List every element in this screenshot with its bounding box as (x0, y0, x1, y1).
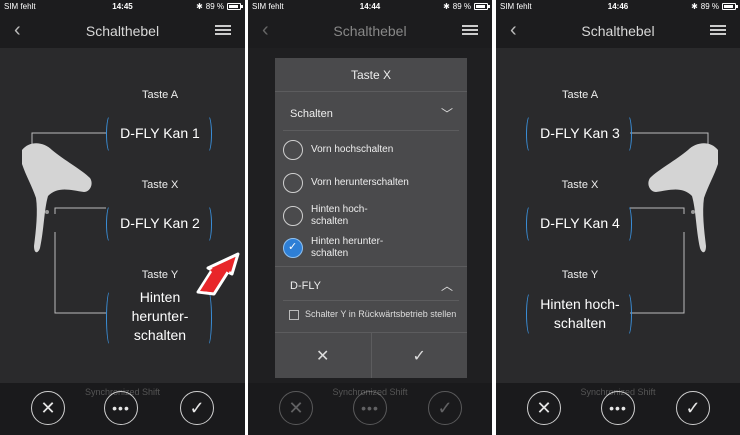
status-bar: SIM fehlt 14:44 ✱ 89 % (248, 0, 492, 14)
bottom-toolbar: Synchronized Shift ✕ ••• ✓ (496, 383, 740, 435)
option-hinten-hoch[interactable]: Hinten hoch-schalten (283, 204, 463, 228)
radio-icon (283, 206, 303, 226)
bottom-toolbar: Synchronized Shift ✕ ••• ✓ (248, 383, 492, 435)
radio-icon (283, 140, 303, 160)
taste-x-value[interactable]: D-FLY Kan 4 (525, 214, 635, 233)
option-vorn-herunter[interactable]: Vorn herunterschalten (283, 173, 463, 193)
checkbox-icon (289, 310, 299, 320)
screen-middle: SIM fehlt 14:44 ✱ 89 % ‹ Schalthebel Tast… (248, 0, 492, 435)
check-circle-icon[interactable]: ✓ (428, 391, 462, 425)
taste-a-value[interactable]: D-FLY Kan 3 (525, 124, 635, 143)
bluetooth-icon: ✱ (443, 2, 450, 11)
section-dfly[interactable]: D-FLY ︿ (275, 272, 467, 300)
screenshot-collage: SIM fehlt 14:45 ✱ 89 % ‹ Schalthebel Tast… (0, 0, 740, 435)
chevron-up-icon: ︿ (440, 279, 453, 293)
x-circle-icon[interactable]: ✕ (279, 391, 313, 425)
taste-y-label: Taste Y (561, 269, 599, 281)
option-hinten-herunter[interactable]: Hinten herunter-schalten (283, 236, 463, 260)
radio-icon (283, 173, 303, 193)
screen-right: SIM fehlt 14:46 ✱ 89 % ‹ Schalthebel Tast… (496, 0, 740, 435)
dots-circle-icon[interactable]: ••• (353, 391, 387, 425)
battery-percent: 89 % (452, 2, 471, 11)
x-circle-icon[interactable]: ✕ (31, 391, 65, 425)
dots-circle-icon[interactable]: ••• (601, 391, 635, 425)
screen-left: SIM fehlt 14:45 ✱ 89 % ‹ Schalthebel Tast… (0, 0, 245, 435)
dialog-title: Taste X (275, 58, 467, 92)
section-schalten[interactable]: Schalten ﹀ (275, 100, 467, 128)
radio-checked-icon (283, 238, 303, 258)
check-circle-icon[interactable]: ✓ (180, 391, 214, 425)
chevron-down-icon: ﹀ (440, 107, 453, 121)
dialog-confirm-button[interactable]: ✓ (372, 333, 468, 378)
shift-lever-illustration (648, 143, 718, 253)
hamburger-icon[interactable] (462, 25, 478, 37)
taste-y-value[interactable]: Hinten hoch- schalten (525, 295, 635, 333)
dialog-cancel-button[interactable]: ✕ (275, 333, 372, 378)
nav-bar: ‹ Schalthebel (248, 14, 492, 48)
dots-circle-icon[interactable]: ••• (104, 391, 138, 425)
bottom-toolbar: Synchronized Shift ✕ ••• ✓ (0, 383, 245, 435)
reverse-mode-checkbox[interactable]: Schalter Y in Rückwärtsbetrieb stellen (289, 309, 459, 320)
battery-icon (474, 3, 490, 10)
taste-x-label: Taste X (561, 179, 599, 191)
option-vorn-hoch[interactable]: Vorn hochschalten (283, 140, 463, 160)
red-arrow-annotation (196, 252, 240, 296)
check-circle-icon[interactable]: ✓ (676, 391, 710, 425)
page-title: Schalthebel (333, 23, 407, 39)
taste-a-label: Taste A (561, 89, 599, 101)
x-circle-icon[interactable]: ✕ (527, 391, 561, 425)
taste-x-dialog: Taste X Schalten ﹀ Vorn hochschalten Vor… (275, 58, 467, 378)
